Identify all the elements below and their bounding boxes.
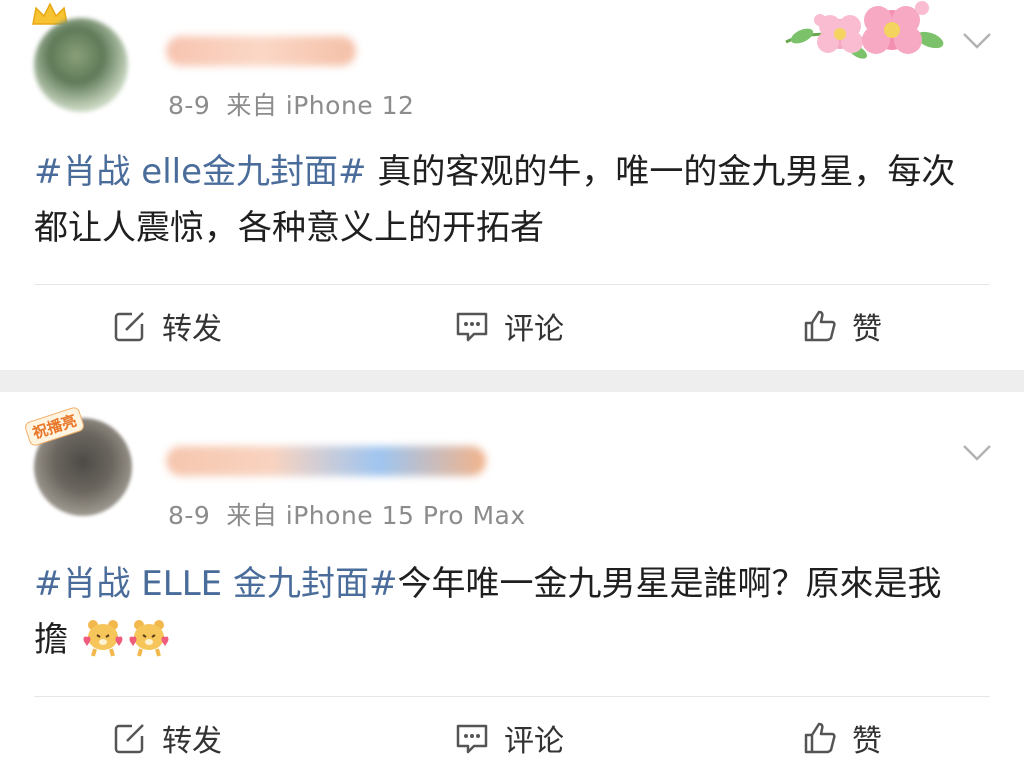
post-card: 8-9 来自 iPhone 12 #肖战 elle金九封面# 真的客观的牛，唯一的… [0,0,1024,370]
post-date: 8-9 [168,501,211,530]
post-card: 祝播亮 8-9 来自 iPhone 15 Pro Max #肖战 ELLE 金九封… [0,392,1024,780]
bear-emoji-icon [83,620,123,657]
like-label: 赞 [852,312,882,347]
post-separator [0,370,1024,392]
thumbs-up-icon [804,722,836,754]
chevron-down-icon[interactable] [962,32,992,50]
chevron-down-icon[interactable] [962,444,992,462]
topic-link[interactable]: #肖战 elle金九封面# [34,152,367,192]
post-source: 来自 iPhone 15 Pro Max [226,501,526,530]
action-bar: 转发 评论 赞 [0,708,1024,768]
topic-link[interactable]: #肖战 ELLE 金九封面# [34,564,397,604]
action-bar: 转发 评论 赞 [0,296,1024,356]
divider [34,284,990,285]
bear-emoji-icon [129,620,169,657]
thumbs-up-icon [804,310,836,342]
repost-button[interactable]: 转发 [112,296,222,356]
like-button[interactable]: 赞 [802,708,882,768]
post-date: 8-9 [168,91,211,120]
comment-icon [456,312,488,342]
comment-button[interactable]: 评论 [454,708,564,768]
flower-decoration-icon [785,1,944,59]
comment-button[interactable]: 评论 [454,296,564,356]
post-content: #肖战 elle金九封面# 真的客观的牛，唯一的金九男星，每次都让人震惊，各种意… [34,144,974,256]
avatar[interactable] [34,18,128,112]
like-label: 赞 [852,724,882,759]
repost-button[interactable]: 转发 [112,708,222,768]
comment-label: 评论 [504,312,564,347]
repost-icon [114,722,146,754]
post-source: 来自 iPhone 12 [226,91,415,120]
like-button[interactable]: 赞 [802,296,882,356]
post-meta: 8-9 来自 iPhone 12 [168,86,414,122]
comment-label: 评论 [504,724,564,759]
post-content: #肖战 ELLE 金九封面#今年唯一金九男星是誰啊？原來是我擔 [34,556,974,668]
repost-icon [114,310,146,342]
comment-icon [456,724,488,754]
repost-label: 转发 [162,312,222,347]
username-blurred[interactable] [166,36,356,66]
divider [34,696,990,697]
repost-label: 转发 [162,724,222,759]
post-meta: 8-9 来自 iPhone 15 Pro Max [168,496,526,532]
username-blurred[interactable] [166,446,486,476]
